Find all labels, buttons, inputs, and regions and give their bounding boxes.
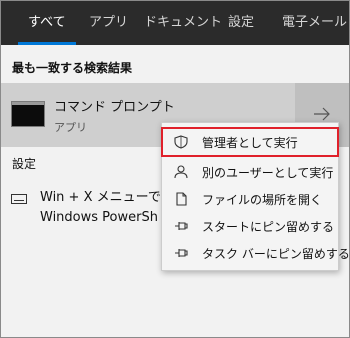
menu-item-run-as-other-user[interactable]: 別のユーザーとして実行 <box>162 158 338 186</box>
command-prompt-icon <box>11 101 45 127</box>
settings-result-text: Win + X メニューでは Windows PowerSh <box>40 188 174 228</box>
settings-result-line1: Win + X メニューでは <box>40 190 174 205</box>
settings-result-line2: Windows PowerSh <box>40 210 158 225</box>
best-match-heading: 最も一致する検索結果 <box>12 61 133 75</box>
tab-documents[interactable]: ドキュメント <box>144 1 222 45</box>
pin-icon <box>175 222 188 230</box>
user-icon <box>174 165 188 179</box>
search-window: すべて アプリ ドキュメント 設定 電子メール 最も一致する検索結果 コマンド … <box>0 0 350 338</box>
menu-item-open-file-location[interactable]: ファイルの場所を開く <box>162 185 338 213</box>
menu-item-label: 管理者として実行 <box>202 136 298 150</box>
tab-bar: すべて アプリ ドキュメント 設定 電子メール <box>1 1 349 45</box>
tab-email[interactable]: 電子メール <box>282 1 347 45</box>
shield-icon <box>174 135 188 149</box>
settings-heading: 設定 <box>12 157 37 171</box>
menu-item-run-as-admin[interactable]: 管理者として実行 <box>161 127 339 157</box>
keyboard-icon <box>11 194 27 204</box>
menu-item-pin-to-start[interactable]: スタートにピン留めする <box>162 212 338 240</box>
best-match-name: コマンド プロンプト <box>54 100 175 115</box>
file-icon <box>176 192 187 206</box>
menu-item-label: 別のユーザーとして実行 <box>202 166 334 180</box>
pin-icon <box>175 249 188 257</box>
menu-item-label: タスク バーにピン留めする <box>202 247 350 261</box>
menu-item-pin-to-taskbar[interactable]: タスク バーにピン留めする <box>162 239 349 267</box>
menu-item-label: ファイルの場所を開く <box>202 193 323 207</box>
tab-settings[interactable]: 設定 <box>228 1 254 45</box>
tab-all[interactable]: すべて <box>18 1 76 45</box>
arrow-right-icon <box>314 107 330 121</box>
menu-item-label: スタートにピン留めする <box>202 220 335 234</box>
best-match-type: アプリ <box>54 121 87 134</box>
context-menu: 管理者として実行 別のユーザーとして実行 ファイルの場所を開く スタートにピン留… <box>161 122 349 271</box>
tab-apps[interactable]: アプリ <box>89 1 128 45</box>
